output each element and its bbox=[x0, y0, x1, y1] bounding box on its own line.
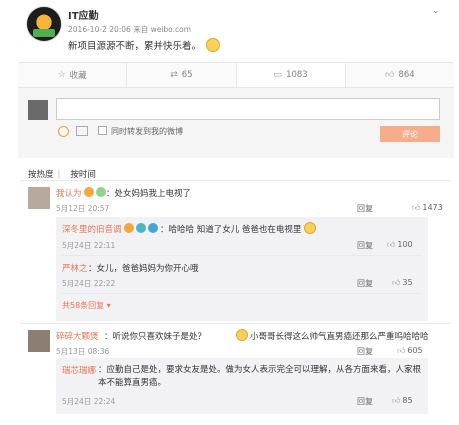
thumbs-up-icon: 👍︎ bbox=[412, 203, 421, 212]
comment-like-button[interactable]: 👍︎ 605 bbox=[397, 346, 423, 356]
chevron-down-icon[interactable]: ⌄ bbox=[432, 6, 440, 16]
submit-comment-button[interactable]: 评论 bbox=[380, 126, 440, 142]
comment-date: 5月12日 20:57 bbox=[56, 204, 110, 213]
divider bbox=[62, 255, 422, 256]
reply-text: ：应勤自己是处，要求女友是处。做为女人表示完全可以理解，从各方面来看，人家根本不… bbox=[98, 365, 422, 388]
reply-like-count: 85 bbox=[402, 396, 413, 405]
badge-icon bbox=[96, 187, 106, 197]
comment-avatar[interactable] bbox=[28, 187, 50, 209]
reply-date: 5月24日 22:11 bbox=[62, 241, 116, 250]
author-name[interactable]: IT应勤 bbox=[68, 7, 99, 22]
comment-user[interactable]: 碎碎大颗煲 bbox=[56, 330, 99, 342]
like-count: 864 bbox=[398, 70, 415, 80]
reply-like-count: 100 bbox=[397, 240, 413, 249]
repost-checkbox-label: 同时转发到我的微博 bbox=[111, 127, 183, 136]
sort-by-time[interactable]: 按时间 bbox=[70, 170, 96, 180]
comment-avatar[interactable] bbox=[28, 330, 50, 352]
comment-like-count: 605 bbox=[407, 346, 423, 355]
reply-like-count: 35 bbox=[402, 278, 413, 287]
repost-icon: ⇄ bbox=[170, 70, 178, 80]
repost-checkbox[interactable] bbox=[98, 126, 107, 135]
comment-user[interactable]: 我认为 bbox=[56, 187, 82, 199]
comment-date: 5月13日 08:36 bbox=[56, 347, 110, 356]
reply-date: 5月24日 22:22 bbox=[62, 279, 116, 288]
comment-text: ：听说你只喜欢妹子是处？ bbox=[104, 332, 207, 342]
divider bbox=[20, 180, 450, 181]
divider bbox=[20, 323, 450, 324]
comment-like-button[interactable]: 👍︎ 1473 bbox=[412, 203, 443, 213]
comment-text: ：处女妈妈我上电视了 bbox=[106, 189, 192, 199]
reply-button[interactable]: 回复 bbox=[357, 396, 373, 407]
reply-button[interactable]: 回复 bbox=[357, 203, 373, 214]
reply-like-button[interactable]: 👍︎ 85 bbox=[392, 396, 413, 406]
repost-button[interactable]: ⇄ 65 bbox=[127, 63, 237, 87]
comment-icon: ▭ bbox=[273, 70, 283, 80]
thumbs-up-icon: 👍︎ bbox=[385, 70, 395, 80]
divider bbox=[62, 293, 422, 294]
post-meta: 2016-10-2 20:06 来自 weibo.com bbox=[68, 25, 192, 34]
reply-button[interactable]: 回复 bbox=[357, 240, 373, 251]
thumbs-up-icon: 👍︎ bbox=[392, 278, 401, 287]
sort-by-hot[interactable]: 按热度 bbox=[28, 170, 54, 180]
post-header: IT应勤 2016-10-2 20:06 来自 weibo.com 新项目源源不… bbox=[0, 0, 459, 62]
sort-separator: | bbox=[57, 170, 61, 180]
reply-user[interactable]: 深冬里的旧音调 bbox=[62, 223, 122, 235]
cat-emoji-icon bbox=[236, 329, 248, 341]
repost-count: 65 bbox=[181, 70, 193, 80]
reply-like-button[interactable]: 👍︎ 35 bbox=[392, 278, 413, 288]
thumbs-up-icon: 👍︎ bbox=[397, 346, 406, 355]
current-user-avatar bbox=[28, 100, 48, 120]
image-icon[interactable] bbox=[76, 126, 88, 136]
reply-user[interactable]: 瑞芯瑞娜 bbox=[62, 364, 96, 376]
more-replies-link[interactable]: 共58条回复 ▾ bbox=[62, 300, 111, 311]
sort-options: 按热度 | 按时间 bbox=[28, 168, 96, 180]
post-text: 新项目源源不断，累并快乐着。 bbox=[68, 41, 202, 52]
favorite-label: 收藏 bbox=[69, 71, 87, 81]
thumbs-up-icon: 👍︎ bbox=[387, 240, 396, 249]
comment-button[interactable]: ▭ 1083 bbox=[236, 63, 346, 87]
post-action-bar: ☆ 收藏 ⇄ 65 ▭ 1083 👍︎ 864 bbox=[18, 62, 454, 88]
badge-icon bbox=[84, 187, 94, 197]
emoji-icon[interactable] bbox=[58, 126, 69, 137]
comment-count: 1083 bbox=[286, 70, 308, 80]
reply-text: ：女儿，爸爸妈妈为你开心哦 bbox=[88, 264, 199, 274]
chevron-down-icon: ▾ bbox=[106, 301, 111, 310]
thumbs-up-icon: 👍︎ bbox=[392, 396, 401, 405]
reply-button[interactable]: 回复 bbox=[357, 346, 373, 357]
favorite-button[interactable]: ☆ 收藏 bbox=[18, 63, 128, 87]
cat-emoji-icon bbox=[304, 222, 316, 234]
more-replies-label: 共58条回复 bbox=[62, 301, 105, 310]
badge-icon bbox=[148, 223, 158, 233]
reply-user[interactable]: 严林之 bbox=[62, 262, 88, 274]
clap-emoji-icon bbox=[206, 38, 220, 52]
reply-like-button[interactable]: 👍︎ 100 bbox=[387, 240, 413, 250]
badge-icon bbox=[136, 223, 146, 233]
reply-text: ：哈哈哈 知道了女儿 爸爸也在电视里 bbox=[160, 225, 302, 235]
comment-like-count: 1473 bbox=[422, 203, 443, 212]
reply-date: 5月24日 22:24 bbox=[62, 397, 116, 406]
comment-text-continued: 小哥哥长得这么帅气直男癌还那么严重呜哈哈哈 bbox=[250, 332, 429, 342]
author-avatar[interactable] bbox=[26, 6, 62, 42]
like-button[interactable]: 👍︎ 864 bbox=[346, 63, 454, 87]
star-icon: ☆ bbox=[57, 70, 66, 80]
reply-button[interactable]: 回复 bbox=[357, 278, 373, 289]
comment-composer: 同时转发到我的微博 评论 bbox=[18, 88, 454, 158]
badge-icon bbox=[124, 223, 134, 233]
comment-input[interactable] bbox=[56, 98, 440, 120]
